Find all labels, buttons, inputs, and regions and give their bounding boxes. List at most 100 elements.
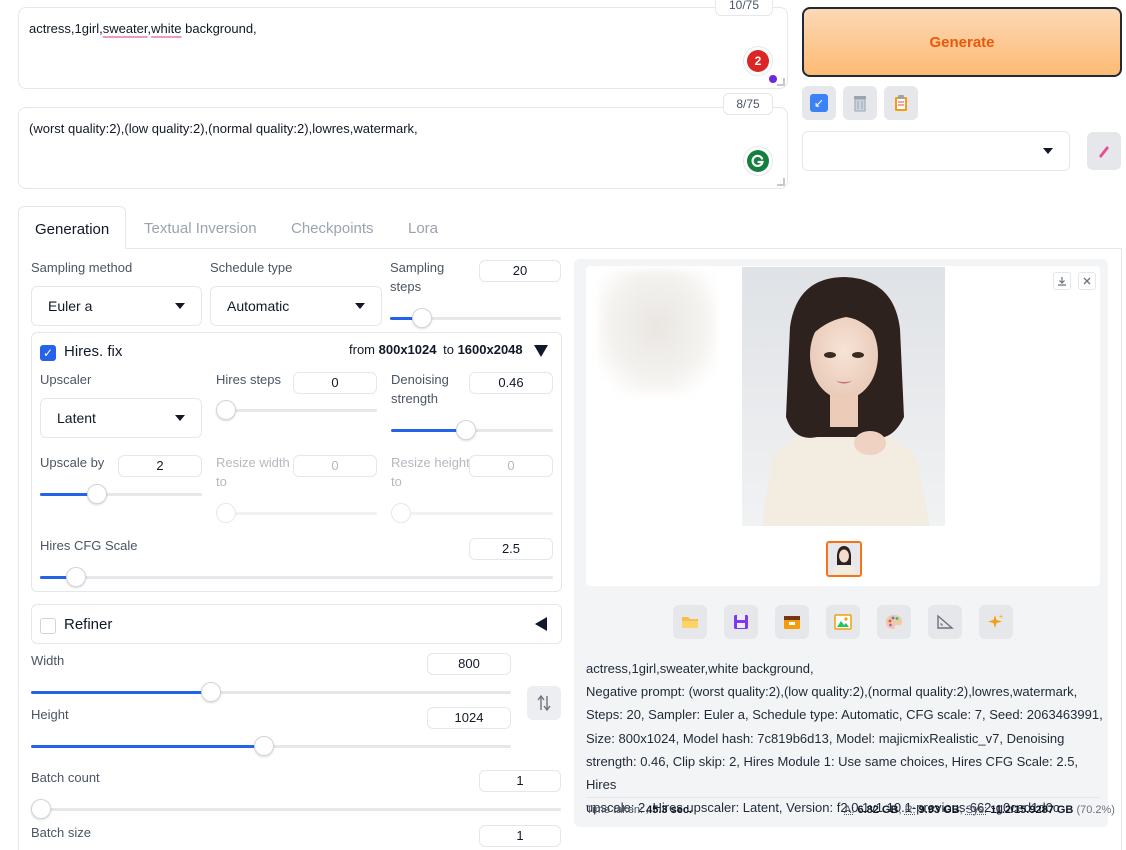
thumbnail-image <box>828 543 860 575</box>
negative-prompt[interactable]: (worst quality:2),(low quality:2),(norma… <box>18 107 788 189</box>
pencil-icon <box>1098 146 1109 158</box>
slider-thumb[interactable] <box>65 567 86 587</box>
hires-steps-input[interactable]: 0 <box>293 372 377 394</box>
slider-thumb[interactable] <box>201 682 221 702</box>
sampling-steps-input[interactable]: 20 <box>479 260 561 282</box>
open-folder-button[interactable] <box>673 605 707 639</box>
tab-generation-label: Generation <box>35 221 110 238</box>
slider-thumb[interactable] <box>253 736 274 756</box>
upscaler-dropdown[interactable]: Latent <box>40 398 202 438</box>
denoising-slider[interactable] <box>391 420 553 440</box>
negative-token-counter: 8/75 <box>723 93 773 115</box>
palette-icon <box>886 615 902 629</box>
negative-prompt-text: (worst quality:2),(low quality:2),(norma… <box>29 121 418 136</box>
info-line: strength: 0.46, Clip skip: 2, Hires Modu… <box>586 753 1079 793</box>
grammar-count-badge: 2 <box>747 50 769 72</box>
slider-thumb[interactable] <box>31 799 51 819</box>
close-image-button[interactable] <box>1078 272 1096 290</box>
upscale-by-input[interactable]: 2 <box>118 455 202 477</box>
slider-thumb[interactable] <box>86 484 107 504</box>
arrow-icon: ↙ <box>810 94 828 112</box>
refiner-checkbox[interactable] <box>40 618 56 634</box>
slider-thumb[interactable] <box>216 400 236 420</box>
upscaler-label: Upscaler <box>40 372 92 387</box>
grammarly-icon[interactable] <box>744 147 772 175</box>
denoising-input[interactable]: 0.46 <box>469 372 553 394</box>
resize-width-input[interactable]: 0 <box>293 455 377 477</box>
tab-textual-inversion[interactable]: Textual Inversion <box>144 220 257 237</box>
from-word: from <box>349 342 375 357</box>
slider-thumb[interactable] <box>391 503 411 523</box>
batch-count-input[interactable]: 1 <box>479 770 561 792</box>
generate-button[interactable]: Generate <box>802 7 1122 77</box>
positive-token-counter: 10/75 <box>715 0 773 16</box>
gallery-thumbnail[interactable] <box>826 541 862 577</box>
tab-generation[interactable]: Generation <box>18 206 126 249</box>
grammar-badge-icon[interactable]: 2 <box>744 47 772 75</box>
folder-icon <box>682 617 698 628</box>
generated-image[interactable] <box>742 267 945 526</box>
portrait-image <box>742 267 945 526</box>
slider-fill <box>31 691 211 694</box>
positive-prompt[interactable]: actress,1girl,sweater,white background, <box>18 7 788 89</box>
hires-steps-label: Hires steps <box>216 372 282 387</box>
width-slider[interactable] <box>31 682 511 702</box>
info-line: Negative prompt: (worst quality:2),(low … <box>586 684 1078 700</box>
sampling-method-dropdown[interactable]: Euler a <box>31 286 202 326</box>
batch-count-label: Batch count <box>31 770 100 785</box>
hires-steps-slider[interactable] <box>216 400 377 420</box>
upscale-by-slider[interactable] <box>40 484 202 504</box>
download-icon <box>1058 277 1066 286</box>
schedule-type-dropdown[interactable]: Automatic <box>210 286 382 326</box>
resize-grip-icon[interactable] <box>777 78 785 86</box>
send-to-img2img-button[interactable] <box>826 605 860 639</box>
expand-triangle-icon[interactable] <box>535 617 547 631</box>
apply-params-button[interactable]: ↙ <box>802 86 836 120</box>
tab-lora[interactable]: Lora <box>408 220 438 237</box>
resize-grip-icon[interactable] <box>777 178 785 186</box>
save-button[interactable] <box>724 605 758 639</box>
save-zip-button[interactable] <box>775 605 809 639</box>
height-input[interactable]: 1024 <box>427 707 511 729</box>
memory-stats: A: 6.82 GB, R: 9.93 GB, Sys: 11.2/15.928… <box>844 804 1115 816</box>
resize-width-slider[interactable] <box>216 503 377 523</box>
hires-fix-checkbox[interactable]: ✓ <box>40 345 56 361</box>
hires-cfg-input[interactable]: 2.5 <box>469 538 553 560</box>
schedule-type-label: Schedule type <box>210 260 293 275</box>
send-to-extras-button[interactable] <box>928 605 962 639</box>
width-input[interactable]: 800 <box>427 653 511 675</box>
schedule-type-value: Automatic <box>227 298 290 314</box>
chevron-down-icon <box>175 303 185 309</box>
collapse-triangle-icon[interactable] <box>534 345 548 357</box>
styles-dropdown[interactable] <box>802 131 1070 171</box>
chevron-down-icon <box>355 303 365 309</box>
resize-height-slider[interactable] <box>391 503 553 523</box>
height-slider[interactable] <box>31 736 511 756</box>
resize-height-label: Resize height to <box>391 455 470 489</box>
zip-icon <box>784 616 800 629</box>
sampling-steps-slider[interactable] <box>390 308 561 328</box>
batch-count-slider[interactable] <box>31 799 561 819</box>
clear-prompt-button[interactable] <box>843 86 877 120</box>
stats-divider <box>586 797 1100 798</box>
slider-thumb[interactable] <box>455 420 476 440</box>
upscale-button[interactable] <box>979 605 1013 639</box>
time-value: 45.3 sec. <box>646 804 692 816</box>
paste-clipboard-button[interactable] <box>884 86 918 120</box>
hires-cfg-slider[interactable] <box>40 567 553 587</box>
chevron-down-icon <box>1043 148 1053 154</box>
trash-icon <box>854 96 866 112</box>
height-label: Height <box>31 707 69 722</box>
edit-styles-button[interactable] <box>1087 132 1121 170</box>
resize-height-input[interactable]: 0 <box>469 455 553 477</box>
download-image-button[interactable] <box>1053 272 1071 290</box>
slider-thumb[interactable] <box>412 308 433 328</box>
slider-fill <box>391 429 466 432</box>
previous-image-blur <box>598 270 716 394</box>
slider-thumb[interactable] <box>216 503 236 523</box>
swap-dimensions-button[interactable] <box>527 686 561 720</box>
batch-size-input[interactable]: 1 <box>479 825 561 847</box>
positive-prompt-text: actress,1girl,sweater,white background, <box>29 21 257 36</box>
send-to-inpaint-button[interactable] <box>877 605 911 639</box>
tab-checkpoints[interactable]: Checkpoints <box>291 220 374 237</box>
